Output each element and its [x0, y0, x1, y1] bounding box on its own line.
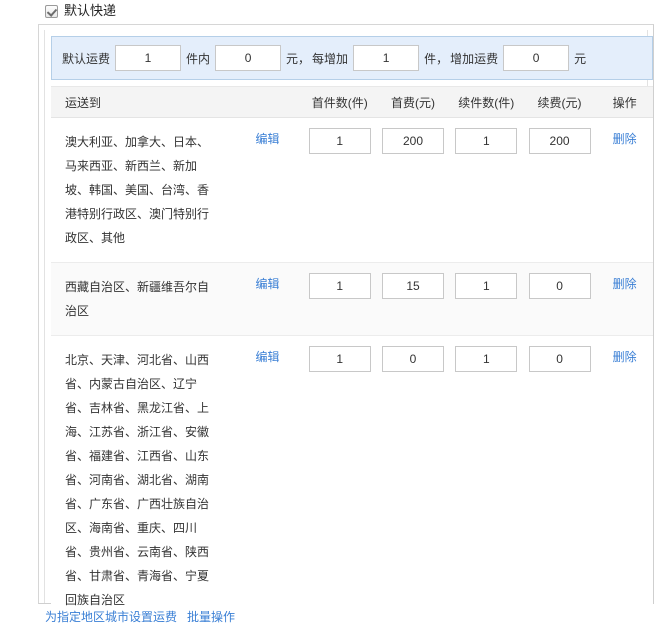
edit-link[interactable]: 编辑	[256, 350, 280, 364]
cell-first-fee	[376, 336, 449, 624]
header-next-fee: 续费(元)	[537, 95, 582, 110]
cell-destination: 北京、天津、河北省、山西省、内蒙古自治区、辽宁省、吉林省、黑龙江省、上海、江苏省…	[51, 336, 256, 624]
toolbar-first-fee-input[interactable]	[215, 45, 282, 71]
header-first-fee: 首费(元)	[391, 95, 436, 110]
shipping-fee-panel: 默认快递 默认运费 件内 元， 每增加 件， 增加运费 元 运送到	[0, 0, 660, 629]
cell-next-fee	[523, 336, 596, 624]
table-row: 西藏自治区、新疆维吾尔自治区 编辑 删除	[51, 263, 653, 336]
next-qty-input[interactable]	[455, 128, 518, 154]
toolbar-add-fee-input[interactable]	[503, 45, 570, 71]
cell-edit: 编辑	[256, 336, 304, 624]
destination-text: 澳大利亚、加拿大、日本、马来西亚、新西兰、新加坡、韩国、美国、台湾、香港特别行政…	[65, 135, 210, 245]
toolbar-yuan-label-1: 元，	[286, 51, 311, 66]
cell-next-qty	[450, 263, 523, 335]
delete-link[interactable]: 删除	[613, 350, 637, 364]
cell-edit: 编辑	[256, 263, 304, 335]
cell-destination: 西藏自治区、新疆维吾尔自治区	[51, 263, 256, 335]
table-row: 澳大利亚、加拿大、日本、马来西亚、新西兰、新加坡、韩国、美国、台湾、香港特别行政…	[51, 118, 653, 263]
first-qty-input[interactable]	[308, 128, 371, 154]
next-fee-input[interactable]	[528, 346, 591, 372]
default-express-label: 默认快递	[64, 3, 117, 18]
first-qty-input[interactable]	[308, 346, 371, 372]
toolbar-yuan-label-2: 元	[574, 51, 587, 66]
cell-action: 删除	[596, 263, 653, 335]
cell-next-fee	[523, 263, 596, 335]
cell-destination: 澳大利亚、加拿大、日本、马来西亚、新西兰、新加坡、韩国、美国、台湾、香港特别行政…	[51, 118, 256, 262]
default-express-row: 默认快递	[45, 2, 116, 20]
cell-first-fee	[376, 263, 449, 335]
delete-link[interactable]: 删除	[613, 277, 637, 291]
cell-next-qty	[450, 118, 523, 262]
table-header-row: 运送到 首件数(件) 首费(元) 续件数(件) 续费(元) 操作	[51, 86, 653, 118]
default-express-checkbox[interactable]	[45, 4, 58, 18]
first-fee-input[interactable]	[382, 128, 445, 154]
toolbar-default-fee-label: 默认运费	[62, 51, 111, 66]
header-action: 操作	[612, 95, 637, 110]
default-fee-toolbar: 默认运费 件内 元， 每增加 件， 增加运费 元	[51, 36, 653, 80]
cell-first-qty	[303, 263, 376, 335]
cell-next-fee	[523, 118, 596, 262]
toolbar-first-qty-input[interactable]	[115, 45, 182, 71]
shipping-fee-table: 运送到 首件数(件) 首费(元) 续件数(件) 续费(元) 操作 澳大利亚、加拿…	[51, 86, 653, 624]
panel-inner: 默认运费 件内 元， 每增加 件， 增加运费 元 运送到 首件数(件) 首费(元…	[44, 30, 653, 624]
cell-first-qty	[303, 336, 376, 624]
cell-first-qty	[303, 118, 376, 262]
table-body: 澳大利亚、加拿大、日本、马来西亚、新西兰、新加坡、韩国、美国、台湾、香港特别行政…	[51, 118, 653, 624]
header-next-qty: 续件数(件)	[458, 95, 515, 110]
shipping-table-panel: 默认运费 件内 元， 每增加 件， 增加运费 元 运送到 首件数(件) 首费(元…	[38, 24, 654, 624]
first-fee-input[interactable]	[382, 273, 445, 299]
cell-action: 删除	[596, 336, 653, 624]
toolbar-within-label: 件内	[186, 51, 211, 66]
destination-text: 西藏自治区、新疆维吾尔自治区	[65, 280, 210, 318]
cell-first-fee	[376, 118, 449, 262]
toolbar-each-add-label: 每增加	[312, 51, 349, 66]
next-qty-input[interactable]	[455, 346, 518, 372]
edit-link[interactable]: 编辑	[256, 132, 280, 146]
header-destination: 运送到	[65, 95, 102, 110]
first-fee-input[interactable]	[382, 346, 445, 372]
edit-link[interactable]: 编辑	[256, 277, 280, 291]
cell-next-qty	[450, 336, 523, 624]
batch-operation-link[interactable]: 批量操作	[187, 608, 235, 626]
cell-edit: 编辑	[256, 118, 304, 262]
destination-text: 北京、天津、河北省、山西省、内蒙古自治区、辽宁省、吉林省、黑龙江省、上海、江苏省…	[65, 353, 210, 607]
toolbar-add-fee-label: 增加运费	[450, 51, 499, 66]
delete-link[interactable]: 删除	[613, 132, 637, 146]
first-qty-input[interactable]	[308, 273, 371, 299]
next-fee-input[interactable]	[528, 128, 591, 154]
footer-links: 为指定地区城市设置运费 批量操作	[45, 608, 235, 626]
next-qty-input[interactable]	[455, 273, 518, 299]
header-first-qty: 首件数(件)	[311, 95, 368, 110]
set-region-fee-link[interactable]: 为指定地区城市设置运费	[45, 608, 177, 626]
next-fee-input[interactable]	[528, 273, 591, 299]
toolbar-piece-label: 件，	[424, 51, 449, 66]
toolbar-add-qty-input[interactable]	[353, 45, 420, 71]
table-row: 北京、天津、河北省、山西省、内蒙古自治区、辽宁省、吉林省、黑龙江省、上海、江苏省…	[51, 336, 653, 624]
cell-action: 删除	[596, 118, 653, 262]
